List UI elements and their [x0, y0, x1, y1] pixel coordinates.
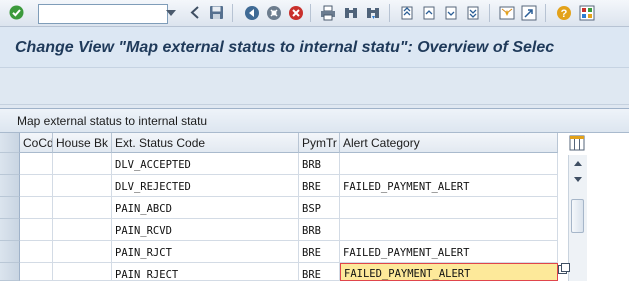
- create-session-icon[interactable]: [498, 4, 515, 21]
- cell-pymtr[interactable]: BRE: [299, 175, 340, 197]
- cell-cocd[interactable]: [20, 175, 53, 197]
- cell-pymtr[interactable]: BRE: [299, 241, 340, 263]
- row-selector[interactable]: [0, 241, 20, 263]
- create-shortcut-icon[interactable]: [520, 4, 537, 21]
- first-page-icon[interactable]: [398, 4, 415, 21]
- cell-alert-category[interactable]: [340, 197, 558, 219]
- customize-layout-icon[interactable]: [578, 4, 595, 21]
- previous-page-icon[interactable]: [420, 4, 437, 21]
- command-field[interactable]: [38, 4, 168, 24]
- toolbar-separator: [232, 4, 233, 22]
- find-icon[interactable]: [342, 4, 359, 21]
- cell-alert-category-focused[interactable]: FAILED_PAYMENT_ALERT: [340, 263, 558, 281]
- toolbar-separator: [489, 4, 490, 22]
- enter-icon[interactable]: [8, 4, 25, 21]
- toolbar-separator: [310, 4, 311, 22]
- save-icon[interactable]: [208, 4, 225, 21]
- table-caption-bar: Map external status to internal statu: [0, 109, 629, 133]
- table-caption: Map external status to internal statu: [17, 114, 208, 128]
- toolbar-separator: [545, 4, 546, 22]
- cell-pymtr[interactable]: BSP: [299, 197, 340, 219]
- column-header-pymtr[interactable]: PymTr: [299, 133, 340, 153]
- cell-cocd[interactable]: [20, 197, 53, 219]
- cell-ext-status-code[interactable]: PAIN_ABCD: [112, 197, 299, 219]
- cell-house-bk[interactable]: [53, 153, 112, 175]
- cell-cocd[interactable]: [20, 153, 53, 175]
- cell-cocd[interactable]: [20, 263, 53, 281]
- application-toolbar: [0, 68, 629, 105]
- cell-pymtr[interactable]: BRE: [299, 263, 340, 281]
- cell-cocd[interactable]: [20, 219, 53, 241]
- cell-alert-category[interactable]: [340, 153, 558, 175]
- cell-alert-category[interactable]: FAILED_PAYMENT_ALERT: [340, 175, 558, 197]
- row-selector[interactable]: [0, 197, 20, 219]
- cell-ext-status-code[interactable]: DLV_REJECTED: [112, 175, 299, 197]
- page-title: Change View "Map external status to inte…: [15, 39, 555, 56]
- column-header-house-bk[interactable]: House Bk: [53, 133, 112, 153]
- cell-alert-category[interactable]: FAILED_PAYMENT_ALERT: [340, 241, 558, 263]
- cell-ext-status-code[interactable]: PAIN_RJCT: [112, 241, 299, 263]
- print-icon[interactable]: [319, 4, 336, 21]
- back-nav-icon[interactable]: [186, 4, 203, 21]
- cell-ext-status-code[interactable]: PAIN_RJECT: [112, 263, 299, 281]
- row-selector[interactable]: [0, 175, 20, 197]
- cell-house-bk[interactable]: [53, 197, 112, 219]
- last-page-icon[interactable]: [464, 4, 481, 21]
- standard-toolbar: ?: [0, 0, 629, 27]
- vertical-scrollbar[interactable]: [568, 155, 587, 281]
- cell-house-bk[interactable]: [53, 175, 112, 197]
- help-icon[interactable]: ?: [555, 4, 572, 21]
- cell-house-bk[interactable]: [53, 219, 112, 241]
- cell-house-bk[interactable]: [53, 263, 112, 281]
- table-control: Map external status to internal statu Co…: [0, 108, 629, 281]
- toolbar-separator: [389, 4, 390, 22]
- cell-cocd[interactable]: [20, 241, 53, 263]
- cell-alert-category[interactable]: [340, 219, 558, 241]
- cell-ext-status-code[interactable]: DLV_ACCEPTED: [112, 153, 299, 175]
- row-selector[interactable]: [0, 219, 20, 241]
- column-header-ext-status-code[interactable]: Ext. Status Code: [112, 133, 299, 153]
- row-selector[interactable]: [0, 263, 20, 281]
- title-bar: Change View "Map external status to inte…: [0, 27, 629, 68]
- column-header-cocd[interactable]: CoCd: [20, 133, 53, 153]
- next-page-icon[interactable]: [442, 4, 459, 21]
- cell-pymtr[interactable]: BRB: [299, 153, 340, 175]
- cell-pymtr[interactable]: BRB: [299, 219, 340, 241]
- scroll-thumb[interactable]: [571, 199, 584, 233]
- svg-text:?: ?: [560, 8, 567, 20]
- row-selector[interactable]: [0, 153, 20, 175]
- scroll-up-icon[interactable]: [574, 161, 582, 166]
- exit-icon[interactable]: [265, 4, 282, 21]
- cancel-icon[interactable]: [287, 4, 304, 21]
- scroll-down-icon[interactable]: [574, 177, 582, 182]
- command-dropdown-icon[interactable]: [163, 4, 179, 22]
- table-settings-icon[interactable]: [568, 134, 586, 152]
- find-next-icon[interactable]: [364, 4, 381, 21]
- possible-entries-icon[interactable]: [558, 262, 570, 274]
- cell-ext-status-code[interactable]: PAIN_RCVD: [112, 219, 299, 241]
- select-all-button[interactable]: [0, 133, 20, 153]
- back-icon[interactable]: [243, 4, 260, 21]
- column-header-alert-category[interactable]: Alert Category: [340, 133, 558, 153]
- cell-house-bk[interactable]: [53, 241, 112, 263]
